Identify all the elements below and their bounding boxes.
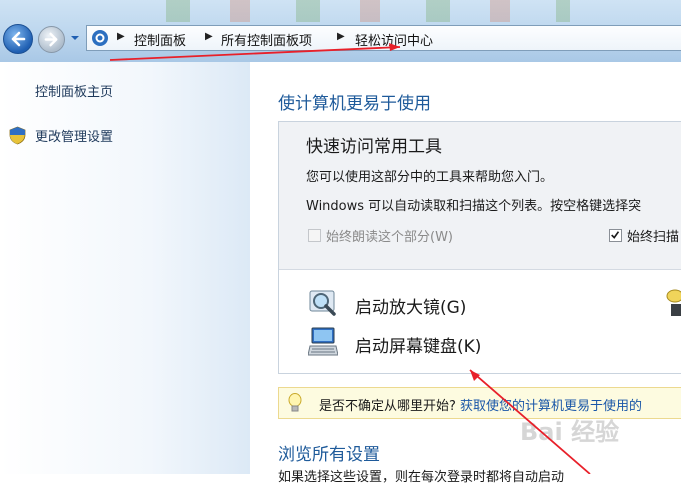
sidebar: 控制面板主页 更改管理设置	[0, 62, 250, 474]
browse-all-settings-heading: 浏览所有设置	[278, 445, 380, 465]
control-panel-icon	[92, 30, 108, 46]
breadcrumb-separator-icon[interactable]: ▶	[337, 31, 345, 42]
read-aloud-checkbox[interactable]	[308, 229, 321, 242]
breadcrumb-all-items[interactable]: 所有控制面板项	[221, 30, 312, 49]
quick-access-title: 快速访问常用工具	[306, 137, 442, 157]
back-arrow-icon	[11, 31, 26, 47]
quick-access-scan-info: Windows 可以自动读取和扫描这个列表。按空格键选择突	[306, 199, 642, 214]
quick-access-panel: 快速访问常用工具 您可以使用这部分中的工具来帮助您入门。 Windows 可以自…	[278, 121, 681, 374]
sidebar-link-admin-settings[interactable]: 更改管理设置	[35, 126, 113, 145]
browse-all-settings-description: 如果选择这些设置，则在每次登录时都将自动启动	[278, 470, 565, 485]
tip-bar: 是否不确定从哪里开始? 获取使您的计算机更易于使用的	[278, 387, 681, 419]
breadcrumb-separator-icon[interactable]: ▶	[205, 31, 213, 42]
always-scan-checkbox[interactable]	[609, 229, 622, 242]
page-title: 使计算机更易于使用	[278, 94, 431, 114]
on-screen-keyboard-icon[interactable]	[308, 327, 338, 357]
narrator-icon[interactable]	[665, 288, 681, 318]
tip-question: 是否不确定从哪里开始?	[319, 399, 456, 414]
quick-access-header: 快速访问常用工具 您可以使用这部分中的工具来帮助您入门。 Windows 可以自…	[279, 122, 681, 270]
start-on-screen-keyboard-link[interactable]: 启动屏幕键盘(K)	[355, 332, 481, 357]
breadcrumb-ease-of-access[interactable]: 轻松访问中心	[355, 30, 433, 49]
read-aloud-label[interactable]: 始终朗读这个部分(W)	[326, 226, 453, 245]
always-scan-label[interactable]: 始终扫描	[627, 226, 679, 245]
breadcrumb-control-panel[interactable]: 控制面板	[134, 30, 186, 49]
quick-access-intro: 您可以使用这部分中的工具来帮助您入门。	[306, 170, 554, 185]
checkmark-icon	[611, 231, 620, 239]
lightbulb-icon	[288, 393, 302, 412]
admin-shield-icon	[9, 126, 26, 145]
recent-pages-dropdown-icon[interactable]	[70, 34, 80, 42]
breadcrumb-separator-icon[interactable]: ▶	[117, 31, 125, 42]
navigation-bar: ▶ 控制面板 ▶ 所有控制面板项 ▶ 轻松访问中心	[0, 0, 681, 62]
start-magnifier-link[interactable]: 启动放大镜(G)	[355, 293, 466, 318]
address-bar[interactable]: ▶ 控制面板 ▶ 所有控制面板项 ▶ 轻松访问中心	[86, 25, 681, 51]
magnifier-icon[interactable]	[308, 288, 338, 318]
watermark: Bai 经验	[520, 418, 620, 446]
back-button[interactable]	[3, 24, 33, 54]
forward-button[interactable]	[38, 26, 65, 53]
forward-arrow-icon	[44, 32, 58, 47]
sidebar-link-home[interactable]: 控制面板主页	[35, 81, 113, 100]
